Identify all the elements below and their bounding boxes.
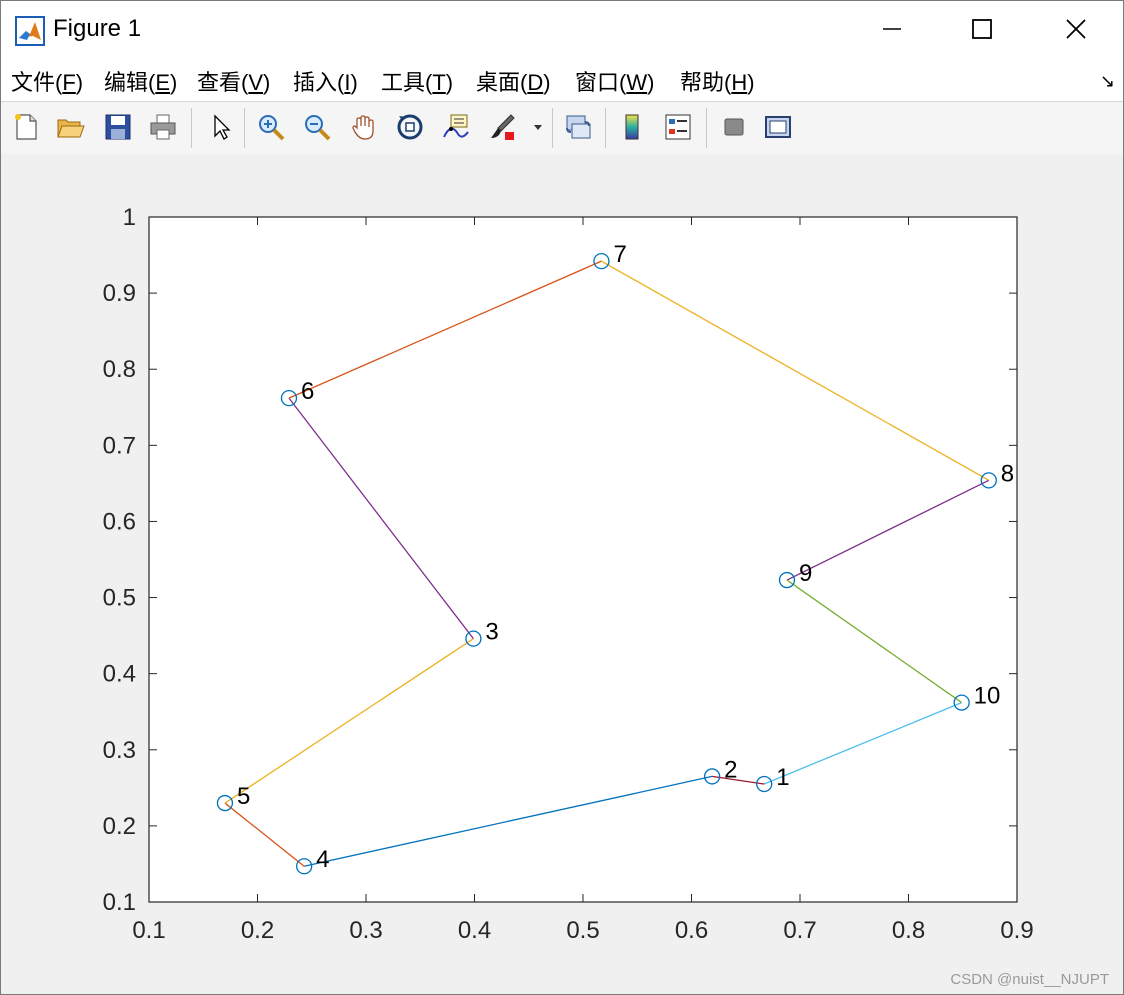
link-plot-icon [566,115,591,139]
print-icon [150,114,176,140]
plot-axes[interactable]: 0.1 0.2 0.3 0.4 0.5 0.6 0.7 0.8 0.9 0.1 0.2 0.3 0.4 0… [1,154,1123,994]
insert-legend-button[interactable] [661,110,695,144]
show-plot-tools-icon [765,116,791,138]
hide-plot-tools-icon [724,118,744,136]
y-tick-label: 1 [123,204,136,231]
y-tick-label: 0.7 [103,432,136,459]
menu-window[interactable]: 窗口(W) [575,65,654,97]
toolbar-separator [605,108,606,148]
minimize-button[interactable] [869,9,915,49]
edit-plot-arrow-icon [214,114,231,140]
close-icon [1066,19,1086,39]
maximize-icon [972,19,992,39]
axes-background [149,217,1017,902]
menu-help[interactable]: 帮助(H) [680,65,755,97]
new-figure-button[interactable] [9,110,43,144]
data-cursor-icon [443,114,469,138]
pan-hand-icon [352,115,374,140]
menu-tools[interactable]: 工具(T) [381,65,453,97]
edit-plot-button[interactable] [204,110,238,144]
toolbar-separator [191,108,192,148]
dock-figure-icon[interactable]: ↘ [1100,71,1115,92]
y-tick-label: 0.6 [103,508,136,535]
toolbar-separator [552,108,553,148]
open-file-button[interactable] [53,110,87,144]
city-label: 3 [485,619,498,646]
menu-file[interactable]: 文件(F) [11,65,83,97]
toolbar-separator [244,108,245,148]
city-label: 4 [316,846,329,873]
y-tick-label: 0.5 [103,585,136,612]
x-tick-label: 0.8 [892,917,925,944]
new-figure-icon [15,114,37,140]
menu-bar: 文件(F) 编辑(E) 查看(V) 插入(I) 工具(T) 桌面(D) 窗口(W… [1,59,1123,101]
close-button[interactable] [1053,9,1099,49]
zoom-out-icon [305,115,331,141]
figure-canvas: 0.1 0.2 0.3 0.4 0.5 0.6 0.7 0.8 0.9 0.1 0.2 0.3 0.4 0… [1,154,1123,994]
city-label: 8 [1001,460,1014,487]
hide-plot-tools-button[interactable] [717,110,751,144]
matlab-logo-icon [15,16,45,46]
brush-icon [491,114,515,140]
insert-colorbar-button[interactable] [615,110,649,144]
menu-edit[interactable]: 编辑(E) [104,65,177,97]
save-icon [105,114,131,140]
maximize-button[interactable] [959,9,1005,49]
city-label: 9 [799,560,812,587]
city-label: 10 [974,683,1001,710]
x-tick-label: 0.2 [241,917,274,944]
open-file-icon [57,119,85,138]
y-tick-label: 0.2 [103,813,136,840]
city-label: 6 [301,378,314,405]
menu-desktop[interactable]: 桌面(D) [476,65,551,97]
legend-icon [665,114,691,140]
title-bar[interactable]: Figure 1 [1,1,1123,59]
zoom-in-button[interactable] [254,110,288,144]
brush-button[interactable] [485,110,519,144]
brush-dropdown-button[interactable] [529,110,547,144]
y-tick-label: 0.9 [103,280,136,307]
y-tick-label: 0.4 [103,661,136,688]
minimize-icon [883,28,901,30]
y-tick-label: 0.1 [103,889,136,916]
link-plot-button[interactable] [561,110,595,144]
city-label: 2 [724,756,737,783]
x-tick-label: 0.7 [783,917,816,944]
menu-insert[interactable]: 插入(I) [293,65,358,97]
figure-window: Figure 1 文件(F) 编辑(E) 查看(V) 插入(I) 工具(T) 桌… [0,0,1124,995]
x-tick-label: 0.1 [132,917,165,944]
menu-view[interactable]: 查看(V) [197,65,270,97]
x-tick-label: 0.5 [566,917,599,944]
city-label: 7 [613,241,626,268]
window-title: Figure 1 [53,15,142,42]
city-label: 5 [237,783,250,810]
x-tick-label: 0.9 [1000,917,1033,944]
show-plot-tools-button[interactable] [761,110,795,144]
chevron-down-icon [534,125,542,130]
y-tick-label: 0.8 [103,356,136,383]
zoom-in-icon [259,115,285,141]
city-label: 1 [776,764,789,791]
x-tick-label: 0.6 [675,917,708,944]
pan-button[interactable] [347,110,381,144]
save-button[interactable] [101,110,135,144]
rotate-3d-icon [397,114,423,140]
colorbar-icon [625,114,639,140]
zoom-out-button[interactable] [300,110,334,144]
data-cursor-button[interactable] [439,110,473,144]
rotate-3d-button[interactable] [393,110,427,144]
print-button[interactable] [146,110,180,144]
watermark-text: CSDN @nuist__NJUPT [950,971,1109,988]
y-tick-label: 0.3 [103,737,136,764]
figure-toolbar [1,101,1123,155]
x-tick-label: 0.4 [458,917,491,944]
toolbar-separator [706,108,707,148]
x-tick-label: 0.3 [349,917,382,944]
